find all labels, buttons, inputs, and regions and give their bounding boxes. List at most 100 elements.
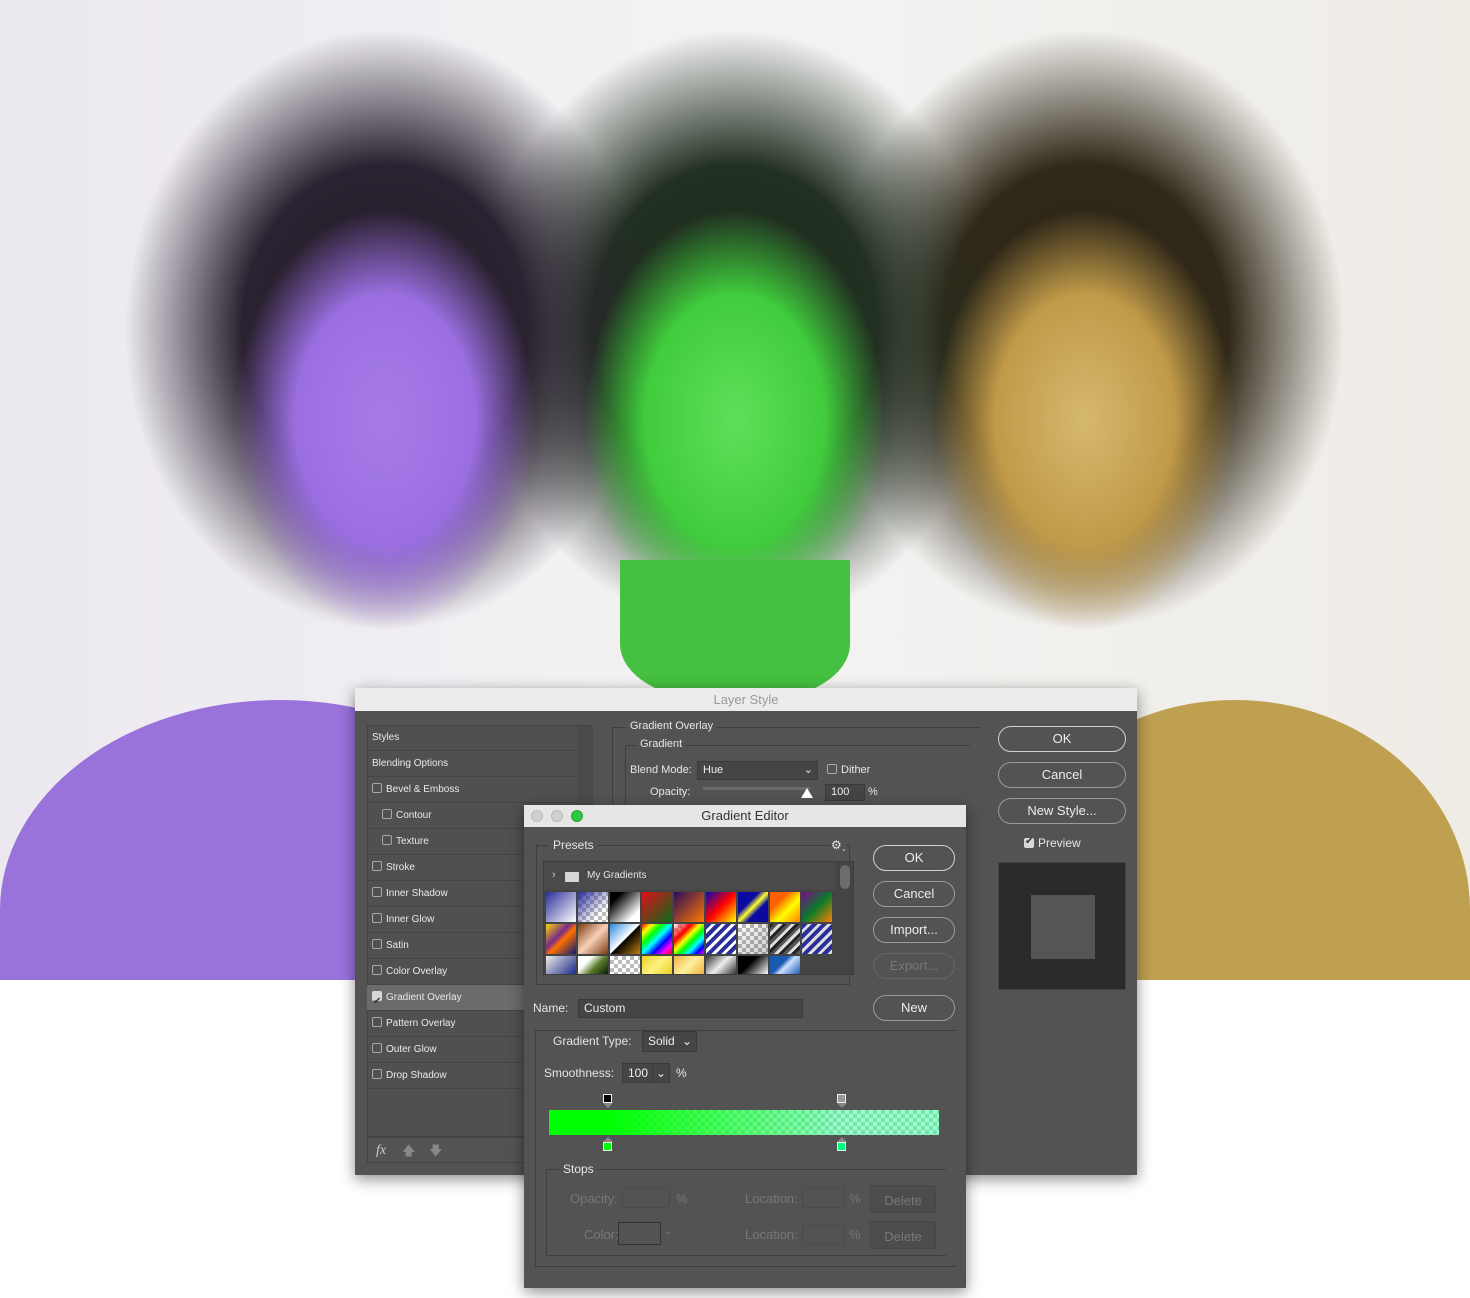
cancel-button[interactable]: Cancel (998, 762, 1126, 788)
opacity-label: Opacity: (650, 786, 691, 798)
fx-icon[interactable]: fx (376, 1143, 386, 1159)
gradient-preset-swatch[interactable] (770, 892, 800, 922)
new-button[interactable]: New (873, 995, 955, 1021)
chevron-down-icon: ⌄ (651, 1064, 666, 1082)
move-down-icon[interactable]: 🡇 (429, 1142, 442, 1164)
zoom-button[interactable] (571, 810, 583, 822)
minimize-button[interactable] (551, 810, 563, 822)
style-item-label: Styles (372, 732, 400, 743)
import-button[interactable]: Import... (873, 917, 955, 943)
opacity-stop[interactable] (602, 1094, 612, 1103)
color-stop[interactable] (836, 1142, 846, 1151)
gradient-preset-swatch[interactable] (738, 892, 768, 922)
gradient-preset-swatch[interactable] (642, 892, 672, 922)
smoothness-input[interactable]: 100 ⌄ (622, 1063, 670, 1083)
percent-label: % (849, 1191, 861, 1206)
gradient-preset-swatch[interactable] (738, 956, 768, 974)
close-button[interactable] (531, 810, 543, 822)
checkbox[interactable] (372, 887, 382, 897)
gradient-preset-swatch[interactable] (706, 956, 736, 974)
name-input[interactable]: Custom (578, 999, 803, 1018)
gradient-type-select[interactable]: Solid ⌄ (642, 1031, 697, 1052)
gradient-bar[interactable] (549, 1110, 939, 1135)
style-item-bevel-emboss[interactable]: Bevel & Emboss (367, 777, 577, 803)
gradient-preset-swatch[interactable] (578, 924, 608, 954)
stop-opacity-label: Opacity: (570, 1191, 618, 1206)
gradient-preset-swatch[interactable] (546, 924, 576, 954)
ok-button[interactable]: OK (998, 726, 1126, 752)
export-button: Export... (873, 953, 955, 979)
opacity-location-input (802, 1188, 845, 1208)
checkbox[interactable] (372, 1043, 382, 1053)
dither-checkbox[interactable]: Dither (827, 764, 870, 776)
folder-label: My Gradients (587, 870, 647, 881)
checkbox[interactable] (372, 783, 382, 793)
blend-mode-select[interactable]: Hue ⌄ (697, 761, 818, 780)
style-item-styles[interactable]: Styles (367, 725, 577, 751)
style-item-label: Stroke (386, 862, 415, 873)
blend-mode-value: Hue (703, 764, 724, 776)
gradient-preset-swatch[interactable] (738, 924, 768, 954)
style-item-label: Drop Shadow (386, 1070, 447, 1081)
stops-label: Stops (559, 1162, 598, 1176)
opacity-stop-pointer (602, 1103, 613, 1108)
checkbox[interactable] (372, 1017, 382, 1027)
folder-my-gradients[interactable]: › My Gradients (544, 862, 836, 890)
delete-opacity-stop-button: Delete (870, 1185, 936, 1213)
color-stop[interactable] (602, 1142, 612, 1151)
gradient-preset-swatch[interactable] (546, 892, 576, 922)
checkbox[interactable] (382, 809, 392, 819)
editor-ok-button[interactable]: OK (873, 845, 955, 871)
opacity-slider[interactable] (703, 787, 810, 790)
checkbox[interactable] (372, 965, 382, 975)
blend-mode-label: Blend Mode: (630, 764, 692, 776)
checkbox[interactable] (382, 835, 392, 845)
editor-cancel-button[interactable]: Cancel (873, 881, 955, 907)
move-up-icon[interactable]: 🡅 (402, 1142, 415, 1164)
gradient-preset-swatch[interactable] (642, 956, 672, 974)
gradient-preset-swatch[interactable] (674, 892, 704, 922)
gradient-preset-swatch[interactable] (674, 956, 704, 974)
gradient-preset-swatch[interactable] (610, 924, 640, 954)
presets-scrollbar[interactable] (840, 865, 850, 889)
gradient-preset-swatch[interactable] (770, 956, 800, 974)
dither-label: Dither (841, 764, 871, 776)
gradient-preset-swatch[interactable] (706, 924, 736, 954)
gear-icon[interactable]: ⚙˯ (831, 838, 846, 852)
gradient-preset-swatch[interactable] (546, 956, 576, 974)
gradient-type-value: Solid (648, 1034, 675, 1048)
chevron-right-icon: › (552, 869, 556, 881)
stop-opacity-input (622, 1188, 670, 1208)
gradient-preset-swatch[interactable] (578, 956, 608, 974)
style-item-label: Color Overlay (386, 966, 448, 977)
checkbox[interactable] (372, 939, 382, 949)
preview-checkbox[interactable]: Preview (1024, 836, 1081, 850)
checkbox[interactable] (372, 1069, 382, 1079)
checkbox[interactable] (372, 913, 382, 923)
checkbox[interactable] (372, 989, 382, 1014)
dialog-title: Layer Style (355, 688, 1137, 711)
gradient-preset-swatch[interactable] (610, 892, 640, 922)
smoothness-label: Smoothness: (544, 1066, 615, 1080)
checkbox[interactable] (372, 861, 382, 871)
gradient-preset-swatch[interactable] (578, 892, 608, 922)
opacity-input[interactable]: 100 (825, 784, 865, 801)
opacity-stop[interactable] (836, 1094, 846, 1103)
style-item-label: Pattern Overlay (386, 1018, 456, 1029)
gradient-preset-swatch[interactable] (674, 924, 704, 954)
style-item-label: Contour (396, 810, 432, 821)
gradient-preset-swatch[interactable] (802, 892, 832, 922)
name-label: Name: (533, 1001, 569, 1015)
chevron-down-icon: ⌄ (803, 764, 813, 776)
gradient-preset-swatch[interactable] (610, 956, 640, 974)
gradient-preset-swatch[interactable] (802, 924, 832, 954)
gradient-preset-swatch[interactable] (706, 892, 736, 922)
style-item-blending-options[interactable]: Blending Options (367, 751, 577, 777)
gradient-preset-swatch[interactable] (642, 924, 672, 954)
folder-icon (565, 872, 579, 882)
chevron-down-icon: ⌄ (681, 1034, 692, 1048)
percent-label: % (676, 1191, 688, 1206)
preview-swatch (1031, 895, 1095, 959)
new-style-button[interactable]: New Style... (998, 798, 1126, 824)
gradient-preset-swatch[interactable] (770, 924, 800, 954)
